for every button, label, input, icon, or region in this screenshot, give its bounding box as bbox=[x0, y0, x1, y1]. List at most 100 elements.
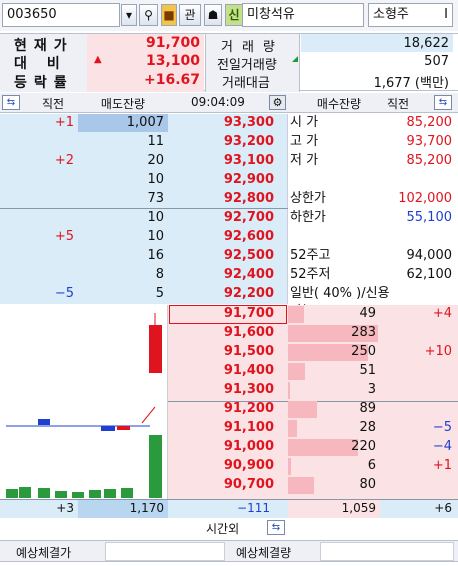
bid-direct bbox=[382, 324, 452, 342]
bid-qty: 51 bbox=[359, 363, 376, 378]
bid-qty: 3 bbox=[367, 382, 376, 397]
ask-info-label: 고 가 bbox=[290, 134, 319, 149]
search-icon[interactable]: ⚲ bbox=[139, 4, 158, 26]
ask-price: 92,900 bbox=[223, 172, 274, 187]
chart-icon[interactable]: ■ bbox=[161, 4, 177, 26]
flag-icon bbox=[292, 56, 298, 62]
bid-qty: 283 bbox=[351, 325, 376, 340]
volume-bar bbox=[55, 491, 67, 498]
bid-qty: 89 bbox=[359, 401, 376, 416]
bid-price: 90,900 bbox=[223, 458, 274, 473]
expected-price-value bbox=[105, 542, 225, 561]
volume-bar bbox=[89, 490, 101, 498]
ask-qty: 10 bbox=[147, 210, 164, 225]
bid-direct: +1 bbox=[432, 458, 452, 473]
gear-icon[interactable]: ⚙ bbox=[269, 95, 286, 110]
bid-price: 91,600 bbox=[223, 325, 274, 340]
expected-volume-label: 예상체결량 bbox=[236, 546, 292, 560]
toolbar: 003650 ▾ ⚲ ■ 관 ☗ 신 미창석유 소형주 I bbox=[0, 0, 458, 31]
right-direct-header: 직전 bbox=[386, 97, 410, 111]
expected-price-label: 예상체결가 bbox=[16, 546, 72, 560]
bid-section: 91,700 49 +4 91,600 283 91,500 250 +10 91,400 51 9… bbox=[0, 305, 458, 499]
ask-info-value bbox=[380, 171, 452, 189]
volume-value: 18,622 bbox=[403, 36, 450, 51]
candle-bar bbox=[149, 325, 162, 373]
ask-direct: +5 bbox=[54, 229, 74, 244]
volume-bar bbox=[72, 492, 84, 498]
amount-value: 1,677 (백만) bbox=[373, 76, 449, 91]
ask-price: 92,700 bbox=[223, 210, 274, 225]
bid-direct: +4 bbox=[432, 306, 452, 321]
ask-direct bbox=[2, 209, 74, 227]
after-hours-cell: 시간외 ⇆ bbox=[168, 518, 288, 538]
volume-label: 거래량 bbox=[221, 40, 284, 55]
bid-price: 90,700 bbox=[223, 477, 274, 492]
tick-chart-volume bbox=[6, 435, 162, 498]
ask-info-label: 저 가 bbox=[290, 153, 319, 168]
totals-row: +3 1,170 −111 1,059 +6 bbox=[0, 499, 458, 518]
after-hours-label: 시간외 bbox=[206, 522, 240, 536]
left-direct-total: +3 bbox=[56, 501, 74, 515]
ask-price: 93,100 bbox=[223, 153, 274, 168]
credit-button[interactable]: 신 bbox=[225, 4, 243, 26]
bid-direct: −4 bbox=[432, 439, 452, 454]
swap-icon[interactable]: ⇆ bbox=[267, 520, 285, 535]
ask-info-label: 52주저 bbox=[290, 267, 331, 282]
ask-direct: −5 bbox=[54, 286, 74, 301]
right-direct-total: +6 bbox=[434, 501, 452, 515]
candle-bar bbox=[117, 426, 130, 430]
ask-qty: 16 bbox=[147, 248, 164, 263]
amount-label: 거래대금 bbox=[222, 76, 270, 91]
ask-info-label: 시 가 bbox=[290, 115, 319, 130]
ask-info-label: 하한가 bbox=[290, 210, 326, 225]
person-icon[interactable]: ☗ bbox=[204, 4, 222, 26]
bid-direct bbox=[382, 381, 452, 399]
ask-section: +1 1,007 93,300 시 가 85,200 11 93,200 고 가 93,700 +… bbox=[0, 114, 458, 319]
volume-bar bbox=[121, 488, 133, 498]
chevron-down-icon[interactable]: ▾ bbox=[121, 4, 137, 26]
volume-bar bbox=[149, 435, 162, 498]
swap-icon[interactable]: ⇆ bbox=[2, 95, 20, 110]
bid-total: 1,059 bbox=[341, 501, 376, 515]
stock-type-field: 소형주 I bbox=[368, 3, 453, 27]
change-rate: +16.67 bbox=[143, 72, 200, 88]
qty-diff: −111 bbox=[237, 501, 270, 515]
ask-info-label bbox=[290, 171, 390, 189]
prev-volume-value: 507 bbox=[424, 54, 449, 69]
ask-info-label: 상한가 bbox=[290, 191, 326, 206]
left-direct-header: 직전 bbox=[41, 97, 65, 111]
time-display: 09:04:09 bbox=[191, 95, 245, 109]
ask-qty: 10 bbox=[147, 229, 164, 244]
bid-price: 91,400 bbox=[223, 363, 274, 378]
bid-direct bbox=[382, 362, 452, 380]
ask-info-value: 94,000 bbox=[406, 248, 453, 263]
ask-qty: 73 bbox=[147, 191, 164, 206]
ask-info-value: 62,100 bbox=[406, 267, 453, 282]
candle-wick bbox=[141, 406, 156, 424]
bid-price: 91,300 bbox=[223, 382, 274, 397]
current-price-box bbox=[169, 305, 287, 324]
ask-direct bbox=[2, 133, 74, 151]
ask-price: 93,200 bbox=[223, 134, 274, 149]
swap-icon[interactable]: ⇆ bbox=[434, 95, 452, 110]
interest-button[interactable]: 관 bbox=[179, 4, 201, 26]
ask-direct: +2 bbox=[54, 153, 74, 168]
bid-qty: 28 bbox=[359, 420, 376, 435]
ask-price: 92,800 bbox=[223, 191, 274, 206]
ask-info-label bbox=[290, 228, 390, 246]
ask-info-value bbox=[380, 285, 452, 303]
change-label: 대비 bbox=[14, 56, 80, 72]
ask-price: 92,600 bbox=[223, 229, 274, 244]
ask-info-label: 일반( 40% )/신용가능 bbox=[290, 286, 390, 319]
price-label: 현재가 bbox=[14, 38, 74, 54]
bid-direct: +10 bbox=[424, 344, 452, 359]
candle-bar bbox=[38, 419, 50, 425]
bid-price: 91,500 bbox=[223, 344, 274, 359]
ask-info-value: 85,200 bbox=[406, 115, 453, 130]
ask-info-value: 55,100 bbox=[406, 210, 453, 225]
orderbook-header: ⇆ 직전 매도잔량 09:04:09 ⚙ 매수잔량 직전 ⇆ bbox=[0, 93, 458, 113]
stock-code-input[interactable]: 003650 bbox=[2, 3, 120, 27]
candle-bar bbox=[101, 426, 115, 431]
ask-price: 93,300 bbox=[223, 115, 274, 130]
ask-direct bbox=[2, 171, 74, 189]
